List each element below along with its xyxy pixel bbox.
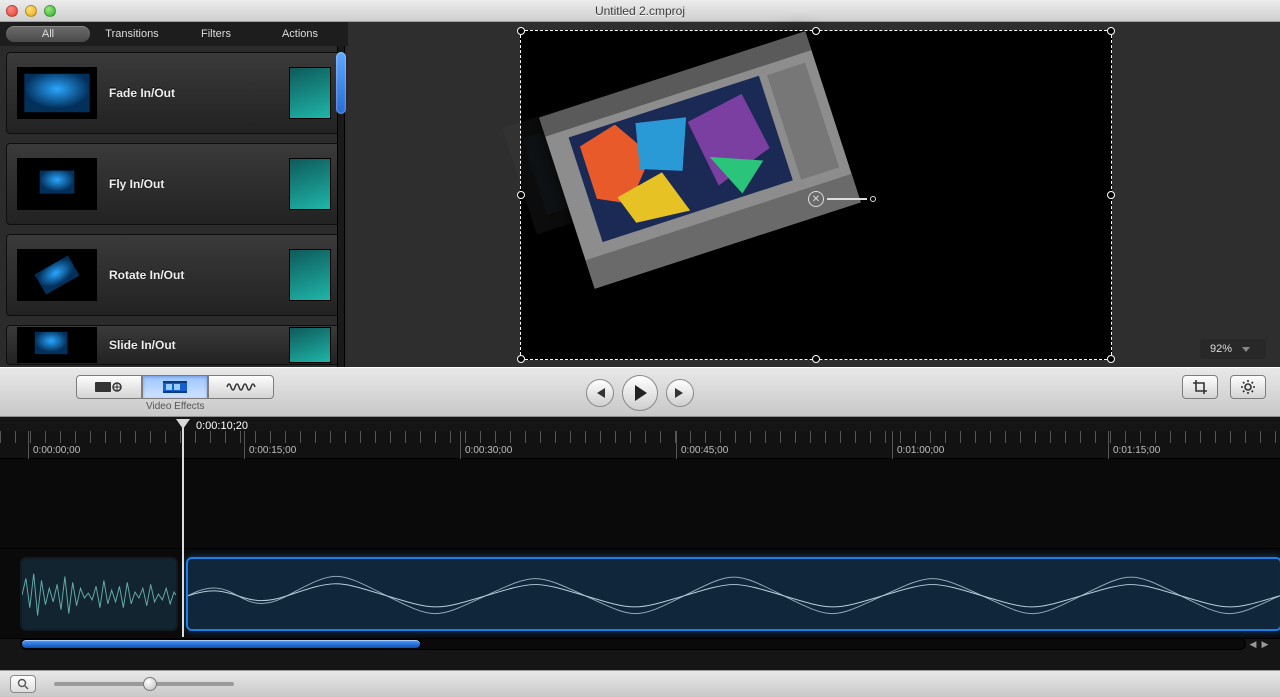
effect-item-rotate[interactable]: Rotate In/Out xyxy=(6,234,342,316)
filmstrip-icon xyxy=(161,379,189,395)
minimize-window-button[interactable] xyxy=(25,5,37,17)
effect-item-slide[interactable]: Slide In/Out xyxy=(6,325,342,365)
media-tab-button[interactable] xyxy=(76,375,142,399)
effect-preview-swatch xyxy=(289,158,331,210)
ruler-label: 0:00:30;00 xyxy=(460,431,512,459)
rotation-anchor-icon: ✕ xyxy=(808,191,824,207)
timeline-clip-ghost[interactable] xyxy=(20,557,178,631)
effect-thumb-rotate xyxy=(17,249,97,301)
waveform-icon xyxy=(22,559,176,631)
canvas-stage[interactable]: ✕ xyxy=(520,30,1112,360)
prev-frame-button[interactable] xyxy=(586,379,614,407)
rotation-arm xyxy=(827,198,867,200)
effects-list[interactable]: Fade In/Out Fly In/Out Rotate In/Out xyxy=(0,46,348,367)
timeline-clip-audio[interactable]: Fiona Apple - Across The Universe xyxy=(186,557,1280,631)
crop-icon xyxy=(1192,379,1208,395)
effect-item-fade[interactable]: Fade In/Out xyxy=(6,52,342,134)
playhead-line[interactable] xyxy=(182,427,184,637)
resize-handle-se[interactable] xyxy=(1107,355,1115,363)
rotation-grip[interactable] xyxy=(870,196,876,202)
gear-icon xyxy=(1240,379,1256,395)
resize-handle-n[interactable] xyxy=(812,27,820,35)
ruler-label: 0:01:15;00 xyxy=(1108,431,1160,459)
effects-scrollbar-track[interactable] xyxy=(337,46,345,367)
effect-label: Rotate In/Out xyxy=(109,268,277,282)
effects-sidebar: All Transitions Filters Actions Fade In/… xyxy=(0,22,348,367)
play-icon xyxy=(633,385,647,401)
resize-handle-w[interactable] xyxy=(517,191,525,199)
preview-canvas[interactable]: ✕ 92% xyxy=(348,22,1280,367)
playhead-marker[interactable] xyxy=(176,419,190,429)
ruler-label: 0:01:00;00 xyxy=(892,431,944,459)
next-frame-button[interactable] xyxy=(666,379,694,407)
window-titlebar: Untitled 2.cmproj xyxy=(0,0,1280,22)
effect-thumb-fade xyxy=(17,67,97,119)
effect-label: Fly In/Out xyxy=(109,177,277,191)
crop-button[interactable] xyxy=(1182,375,1218,399)
chevron-down-icon xyxy=(1242,347,1250,352)
audio-track[interactable]: Fiona Apple - Across The Universe xyxy=(0,549,1280,639)
magnifier-icon xyxy=(17,678,29,690)
waveform-icon xyxy=(188,559,1280,631)
scroll-left-button[interactable]: ◀ xyxy=(1248,637,1258,651)
tab-transitions[interactable]: Transitions xyxy=(90,26,174,42)
window-title: Untitled 2.cmproj xyxy=(0,4,1280,18)
settings-button[interactable] xyxy=(1230,375,1266,399)
effect-preview-swatch xyxy=(289,67,331,119)
media-icon xyxy=(94,379,124,395)
scroll-right-button[interactable]: ▶ xyxy=(1260,637,1270,651)
effect-label: Slide In/Out xyxy=(109,338,277,352)
effect-thumb-fly xyxy=(17,158,97,210)
waveform-icon xyxy=(226,380,256,394)
effects-category-tabs: All Transitions Filters Actions xyxy=(0,22,348,46)
ruler-label: 0:00:15;00 xyxy=(244,431,296,459)
rotation-handle[interactable]: ✕ xyxy=(808,191,876,207)
timeline-panel: 0:00:10;20 0:00:00;00 0:00:15;00 0:00:30… xyxy=(0,417,1280,670)
ruler-minor-ticks xyxy=(0,431,1280,443)
ruler-label: 0:00:45;00 xyxy=(676,431,728,459)
resize-handle-ne[interactable] xyxy=(1107,27,1115,35)
audio-effects-tab-button[interactable] xyxy=(208,375,274,399)
library-tab-label: Video Effects xyxy=(146,401,205,412)
effect-preview-swatch xyxy=(289,249,331,301)
timeline-zoom-slider[interactable] xyxy=(54,682,234,686)
scrollbar-thumb[interactable] xyxy=(21,639,421,649)
slider-knob[interactable] xyxy=(143,677,157,691)
video-effects-tab-button[interactable] xyxy=(142,375,208,399)
timeline-ruler[interactable]: 0:00:00;00 0:00:15;00 0:00:30;00 0:00:45… xyxy=(0,431,1280,459)
timeline-horizontal-scrollbar[interactable] xyxy=(20,638,1246,650)
zoom-fit-button[interactable] xyxy=(10,675,36,693)
video-track[interactable] xyxy=(0,459,1280,549)
tab-all[interactable]: All xyxy=(6,26,90,42)
zoom-window-button[interactable] xyxy=(44,5,56,17)
playback-controls xyxy=(586,375,694,411)
editor-top-area: All Transitions Filters Actions Fade In/… xyxy=(0,22,1280,367)
timeline-tracks: Fiona Apple - Across The Universe xyxy=(0,459,1280,638)
library-tab-segment xyxy=(76,375,274,399)
skip-back-icon xyxy=(594,388,606,398)
toolbar-right-group xyxy=(1182,375,1266,399)
tab-filters[interactable]: Filters xyxy=(174,26,258,42)
resize-handle-nw[interactable] xyxy=(517,27,525,35)
selection-marquee[interactable]: ✕ xyxy=(520,30,1112,360)
close-window-button[interactable] xyxy=(6,5,18,17)
resize-handle-s[interactable] xyxy=(812,355,820,363)
effect-label: Fade In/Out xyxy=(109,86,277,100)
ruler-label: 0:00:00;00 xyxy=(28,431,80,459)
skip-forward-icon xyxy=(674,388,686,398)
zoom-value: 92% xyxy=(1210,343,1232,355)
effect-item-fly[interactable]: Fly In/Out xyxy=(6,143,342,225)
timeline-scroll-arrows: ◀ ▶ xyxy=(1248,637,1270,651)
main-toolbar: Video Effects xyxy=(0,367,1280,417)
window-controls xyxy=(6,5,56,17)
bottom-bar xyxy=(0,670,1280,697)
effect-thumb-slide xyxy=(17,327,97,363)
tab-actions[interactable]: Actions xyxy=(258,26,342,42)
resize-handle-e[interactable] xyxy=(1107,191,1115,199)
play-button[interactable] xyxy=(622,375,658,411)
resize-handle-sw[interactable] xyxy=(517,355,525,363)
canvas-zoom-dropdown[interactable]: 92% xyxy=(1200,339,1266,359)
effect-preview-swatch xyxy=(289,327,331,363)
